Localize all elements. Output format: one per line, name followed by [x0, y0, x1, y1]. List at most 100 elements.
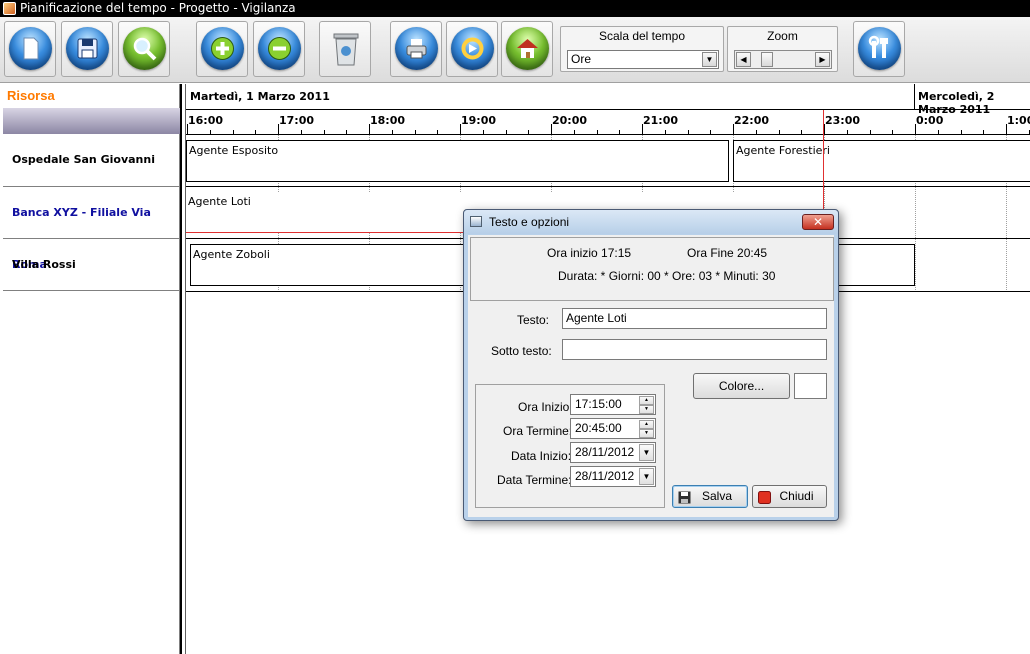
end-time-label: Ora Termine: [503, 424, 573, 438]
text-label: Testo: [517, 313, 550, 327]
remove-icon [258, 27, 301, 70]
chevron-right-icon[interactable]: ▶ [815, 52, 830, 67]
time-scale-value: Ore [571, 52, 592, 66]
ruler-tick [642, 124, 643, 134]
schedule-bar[interactable]: Agente Forestieri [733, 140, 1030, 182]
settings-button[interactable] [853, 21, 905, 77]
print-button[interactable] [390, 21, 442, 77]
ruler-tick [460, 124, 461, 134]
end-date-label: Data Termine: [497, 473, 572, 487]
ruler-tick [801, 130, 803, 134]
hour-label: 19:00 [461, 114, 497, 127]
color-swatch[interactable] [794, 373, 827, 399]
hour-label: 23:00 [825, 114, 861, 127]
zoom-group: Zoom ◀ ▶ [727, 26, 838, 72]
summary-box: Ora inizio 17:15 Ora Fine 20:45 Durata: … [470, 237, 834, 301]
schedule-bar[interactable]: Agente Esposito [186, 140, 729, 182]
hour-label: 18:00 [370, 114, 406, 127]
hour-label: 20:00 [552, 114, 588, 127]
time-scale-select[interactable]: Ore ▼ [567, 50, 719, 69]
color-button[interactable]: Colore... [693, 373, 790, 399]
time-scale-label: Scala del tempo [598, 29, 686, 43]
stop-icon [758, 490, 771, 504]
zoom-slider[interactable]: ◀ ▶ [734, 50, 832, 69]
ruler-tick [733, 124, 734, 134]
resource-row[interactable]: Ospedale San Giovanni [3, 134, 180, 187]
add-icon [201, 27, 244, 70]
ruler-tick [619, 130, 621, 134]
close-icon[interactable]: ✕ [802, 214, 834, 230]
spin-down-icon[interactable]: ▼ [639, 429, 654, 438]
ruler-tick [323, 130, 325, 134]
home-button[interactable] [501, 21, 553, 77]
close-dialog-label: Chiudi [779, 489, 814, 503]
date-time-group: Ora Inizio: 17:15:00 ▲ ▼ Ora Termine: 20… [475, 384, 665, 508]
ruler-tick [482, 130, 484, 134]
chevron-left-icon[interactable]: ◀ [736, 52, 751, 67]
start-date-value: 28/11/2012 [575, 445, 635, 459]
end-date-picker[interactable]: 28/11/2012 ▼ [570, 466, 656, 487]
save-button[interactable] [61, 21, 113, 77]
start-time-spinner[interactable]: 17:15:00 ▲ ▼ [570, 394, 656, 415]
ruler-tick [710, 130, 712, 134]
delete-button[interactable] [319, 21, 371, 77]
window-title: Pianificazione del tempo - Progetto - Vi… [20, 1, 296, 15]
start-date-label: Data Inizio: [511, 449, 572, 463]
ruler-tick [664, 130, 666, 134]
ruler-tick [551, 124, 552, 134]
ruler-tick [778, 130, 780, 134]
text-input[interactable]: Agente Loti [562, 308, 827, 329]
zoom-label: Zoom [767, 29, 798, 43]
recycle-bin-icon [324, 27, 367, 70]
remove-button[interactable] [253, 21, 305, 77]
start-summary: Ora inizio 17:15 [547, 246, 632, 260]
hour-label: 0:00 [916, 114, 944, 127]
ruler-tick [187, 124, 188, 134]
ruler-tick [300, 130, 302, 134]
add-button[interactable] [196, 21, 248, 77]
ruler-tick [232, 130, 234, 134]
refresh-button[interactable] [446, 21, 498, 77]
resource-row[interactable]: Banca XYZ - Filiale Via Roma [3, 187, 180, 271]
hour-label: 21:00 [643, 114, 679, 127]
save-icon [66, 27, 109, 70]
start-date-picker[interactable]: 28/11/2012 ▼ [570, 442, 656, 463]
ruler-tick [846, 130, 848, 134]
start-time-value: 17:15:00 [575, 397, 622, 411]
spin-down-icon[interactable]: ▼ [639, 405, 654, 414]
text-options-dialog: Testo e opzioni ✕ Ora inizio 17:15 Ora F… [463, 209, 839, 521]
end-summary: Ora Fine 20:45 [687, 246, 768, 260]
ruler-tick [915, 124, 916, 134]
end-time-spinner[interactable]: 20:45:00 ▲ ▼ [570, 418, 656, 439]
spin-up-icon[interactable]: ▲ [639, 396, 654, 405]
ruler-tick [505, 130, 507, 134]
ruler-tick [596, 130, 598, 134]
ruler-tick [437, 130, 439, 134]
resource-row[interactable]: Villa Rossi [3, 239, 180, 291]
window-title-bar: Pianificazione del tempo - Progetto - Vi… [0, 0, 1030, 17]
dialog-body: Ora inizio 17:15 Ora Fine 20:45 Durata: … [468, 235, 834, 517]
dialog-title-bar[interactable]: Testo e opzioni ✕ [464, 210, 838, 234]
search-button[interactable] [118, 21, 170, 77]
ruler-tick [369, 124, 370, 134]
ruler-tick [528, 130, 530, 134]
ruler-tick [209, 130, 211, 134]
ruler-tick [937, 130, 939, 134]
chevron-down-icon[interactable]: ▼ [639, 444, 654, 461]
toolbar: Scala del tempo Ore ▼ Zoom ◀ ▶ [0, 17, 1030, 83]
ruler-tick [687, 130, 689, 134]
new-button[interactable] [4, 21, 56, 77]
subtext-input[interactable] [562, 339, 827, 360]
ruler-tick [414, 130, 416, 134]
ruler-tick [573, 130, 575, 134]
chevron-down-icon[interactable]: ▼ [702, 52, 717, 67]
spin-up-icon[interactable]: ▲ [639, 420, 654, 429]
date-separator [914, 84, 915, 110]
hour-label: 22:00 [734, 114, 770, 127]
duration-summary: Durata: * Giorni: 00 * Ore: 03 * Minuti:… [558, 269, 776, 283]
close-dialog-button[interactable]: Chiudi [752, 485, 827, 508]
zoom-slider-thumb[interactable] [761, 52, 773, 67]
end-time-value: 20:45:00 [575, 421, 622, 435]
chevron-down-icon[interactable]: ▼ [639, 468, 654, 485]
save-dialog-button[interactable]: Salva [672, 485, 748, 508]
